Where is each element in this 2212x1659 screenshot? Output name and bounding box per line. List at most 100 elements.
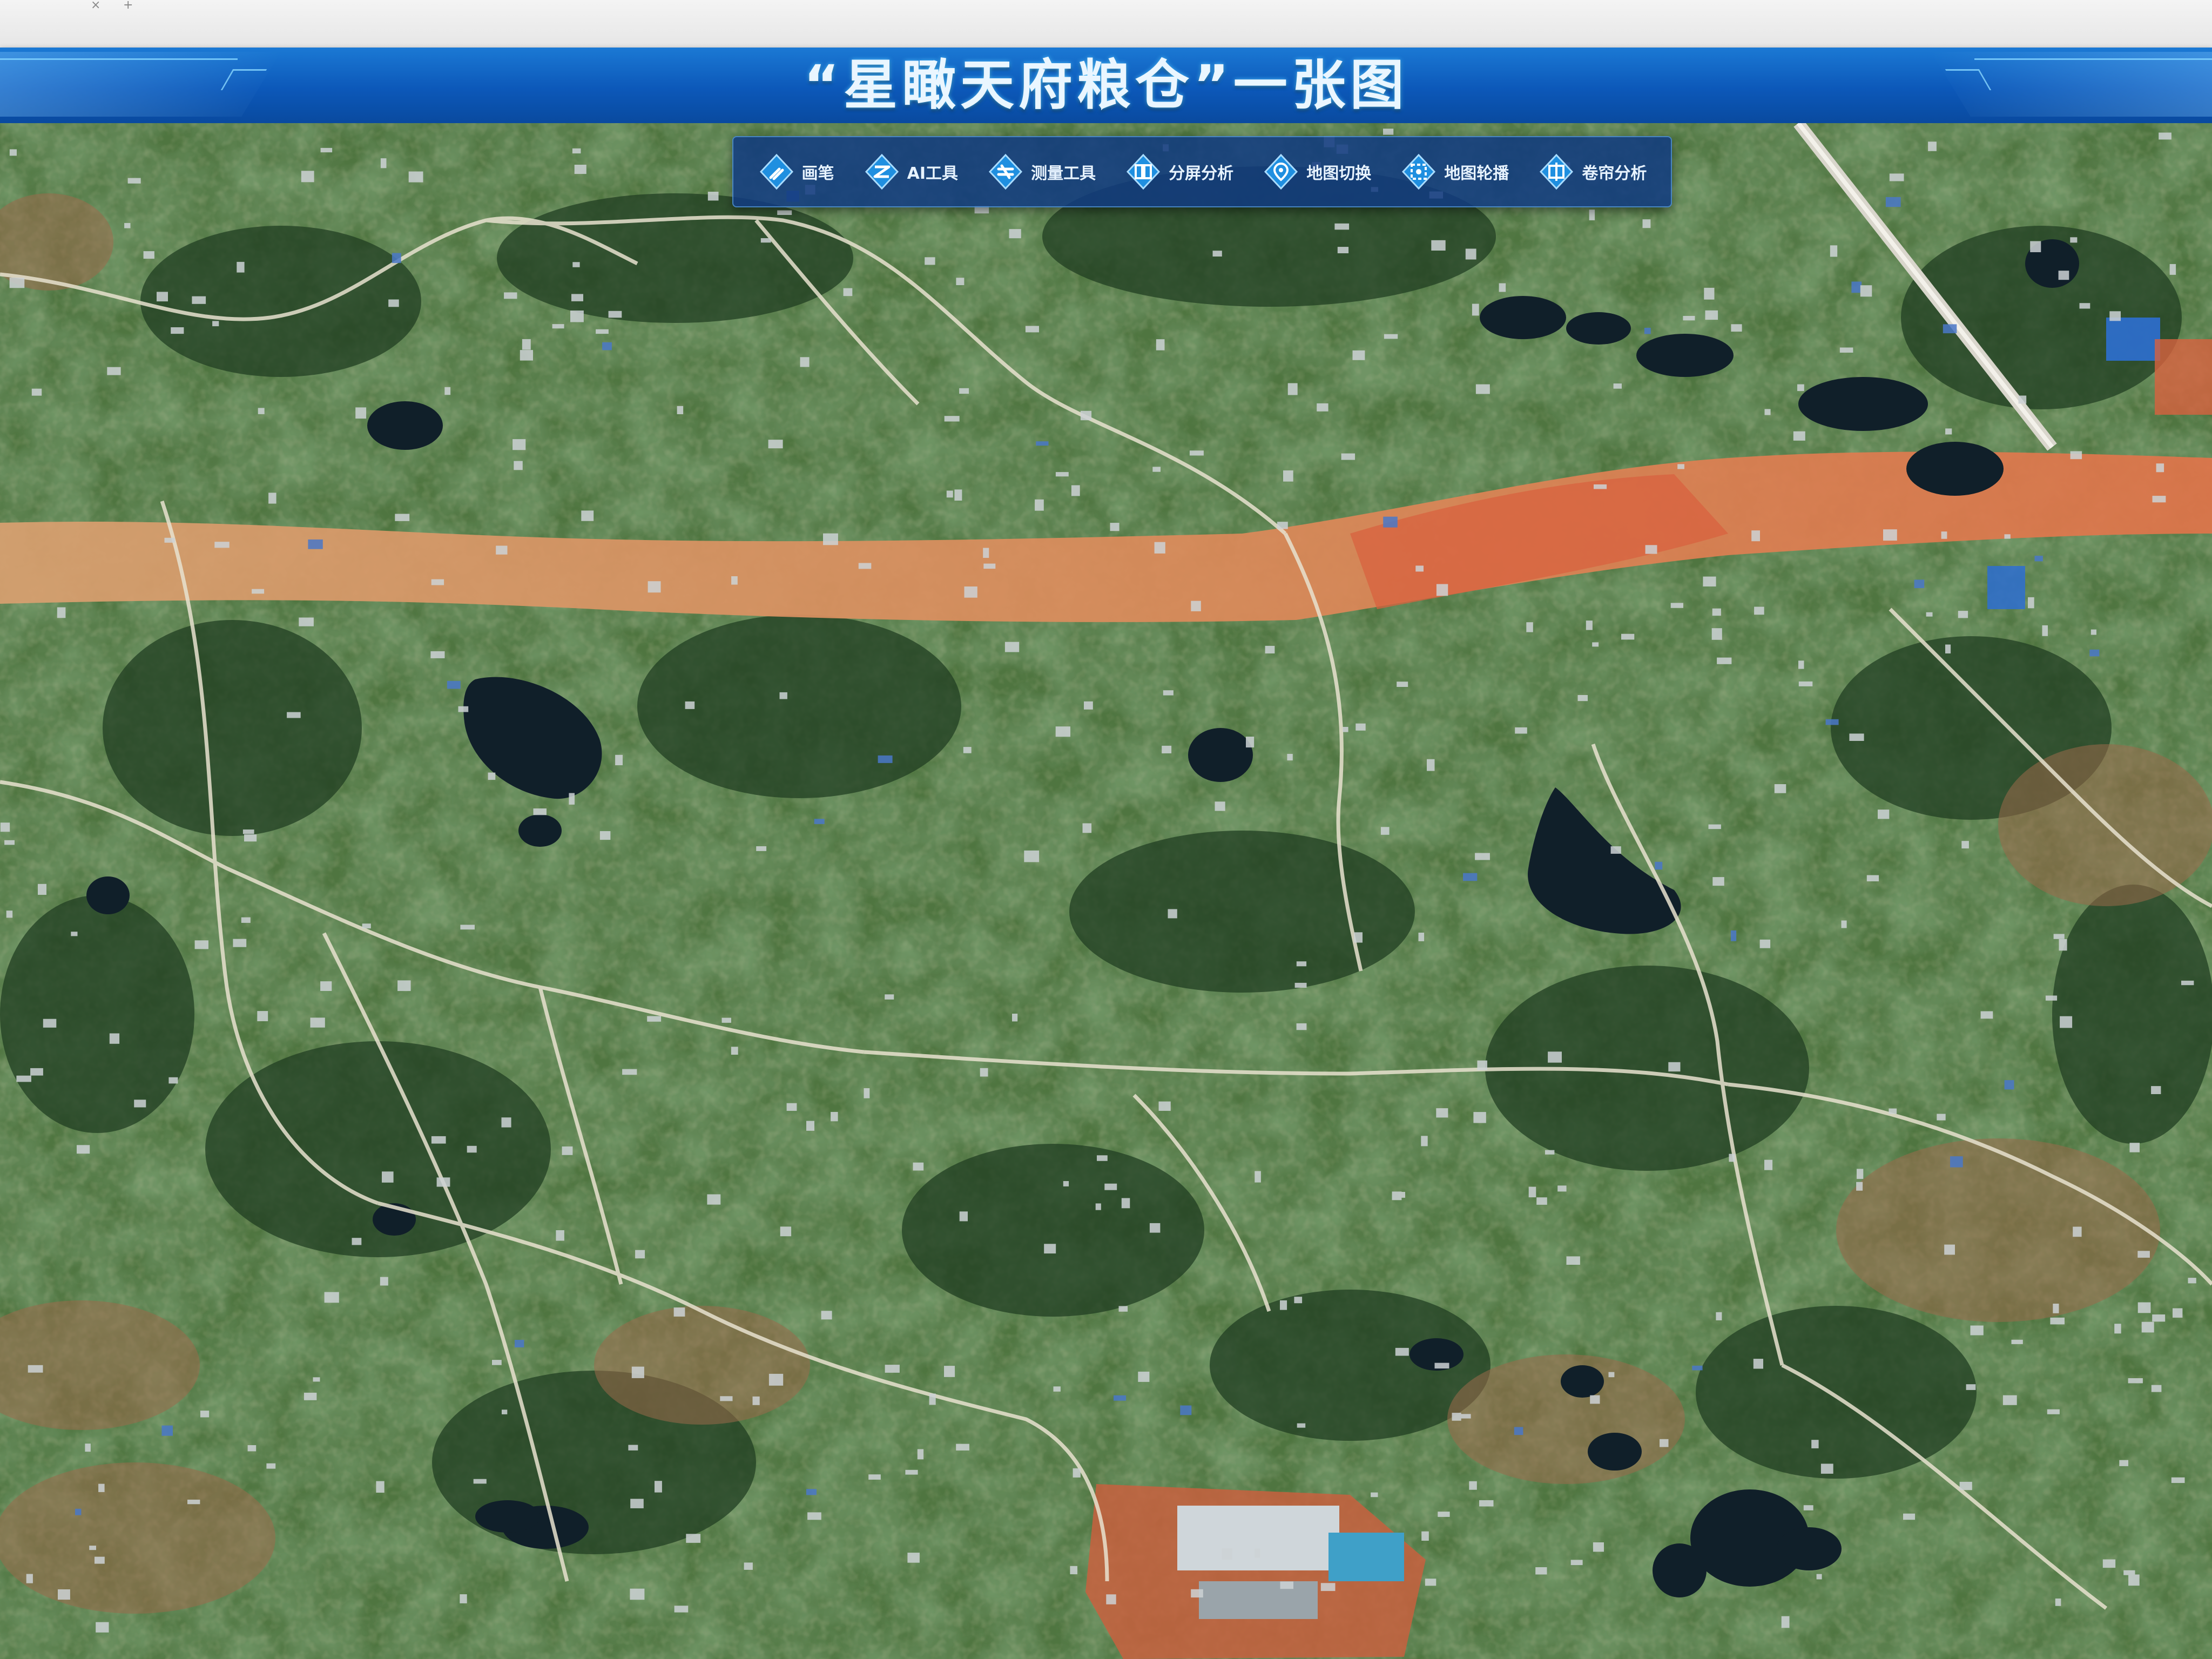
building-marker (1958, 611, 1968, 618)
building-marker (1959, 1481, 1972, 1491)
building-marker (1073, 1468, 1081, 1478)
building-marker (572, 262, 580, 267)
building-marker (304, 1392, 317, 1400)
building-marker (1118, 1306, 1128, 1312)
building-marker (1937, 1114, 1946, 1121)
building-marker (1427, 759, 1435, 771)
building-marker (444, 387, 451, 395)
building-marker (1265, 645, 1275, 653)
building-marker (1712, 608, 1721, 616)
building-marker (1590, 1395, 1600, 1404)
tool-measure[interactable]: 测量工具 (987, 153, 1096, 191)
building-marker (944, 1366, 955, 1377)
building-marker (492, 1360, 502, 1365)
building-marker (779, 692, 787, 699)
building-marker (1063, 1181, 1069, 1186)
header-banner: “星瞰天府粮仓”一张图 (0, 48, 2212, 123)
building-marker (473, 1479, 487, 1484)
tool-ai[interactable]: AI工具 (863, 153, 958, 191)
building-marker (320, 147, 333, 153)
building-marker (814, 819, 825, 824)
tool-brush[interactable]: 画笔 (758, 153, 834, 191)
building-marker (946, 490, 953, 498)
building-marker (2089, 649, 2100, 657)
building-marker (107, 367, 121, 375)
tool-swipe-analysis[interactable]: 卷帘分析 (1537, 153, 1647, 191)
building-marker (821, 1311, 832, 1320)
building-marker (28, 1365, 43, 1373)
tab-close-icon[interactable]: × (91, 0, 100, 11)
building-marker (1044, 1244, 1056, 1254)
building-marker (1851, 281, 1862, 293)
building-marker (1397, 682, 1408, 687)
brush-icon (758, 153, 795, 191)
building-marker (1469, 1481, 1477, 1490)
building-marker (1287, 383, 1298, 395)
tool-map-switch[interactable]: 地图切换 (1262, 153, 1371, 191)
building-marker (2059, 939, 2067, 951)
building-marker (1950, 1156, 1963, 1168)
building-marker (380, 158, 387, 168)
building-marker (1668, 1062, 1681, 1072)
building-marker (571, 294, 583, 301)
building-marker (242, 830, 254, 834)
building-marker (2055, 1599, 2061, 1606)
building-marker (161, 1425, 173, 1436)
building-marker (1781, 1616, 1790, 1628)
building-marker (963, 747, 972, 753)
building-marker (1644, 328, 1651, 334)
building-marker (192, 296, 206, 304)
split-screen-icon (1124, 153, 1162, 191)
building-marker (287, 712, 301, 718)
building-marker (77, 1145, 90, 1154)
building-marker (1163, 690, 1174, 696)
map-toolbar: 画笔 AI工具 测量工具 分屏分析 地图切换 地图轮播 卷帘分析 (732, 136, 1672, 207)
building-marker (1343, 727, 1348, 732)
building-marker (628, 1445, 638, 1451)
building-marker (1035, 499, 1044, 511)
building-marker (562, 1146, 573, 1155)
building-marker (768, 440, 783, 449)
building-marker (2053, 934, 2065, 939)
building-marker (2128, 1574, 2140, 1586)
building-marker (1970, 1325, 1984, 1336)
building-marker (913, 1162, 924, 1171)
building-marker (2045, 995, 2058, 1001)
building-marker (1857, 1169, 1864, 1179)
tool-map-carousel[interactable]: 地图轮播 (1400, 153, 1509, 191)
building-marker (1945, 644, 1951, 653)
satellite-imagery[interactable] (0, 123, 2212, 1659)
building-marker (1928, 141, 1937, 151)
building-marker (1557, 1185, 1567, 1192)
building-marker (1189, 450, 1204, 456)
building-marker (501, 1117, 511, 1128)
map-carousel-icon (1400, 153, 1438, 191)
building-marker (75, 1508, 82, 1515)
satellite-map[interactable] (0, 123, 2212, 1659)
building-marker (43, 1019, 57, 1028)
building-marker (408, 171, 423, 183)
building-marker (780, 1226, 792, 1237)
tool-split-screen[interactable]: 分屏分析 (1124, 153, 1233, 191)
building-marker (1294, 982, 1307, 988)
building-marker (1642, 219, 1651, 228)
building-marker (599, 831, 611, 840)
building-marker (9, 278, 25, 288)
building-marker (1320, 1583, 1336, 1591)
building-marker (1452, 1413, 1461, 1421)
building-marker (786, 1103, 797, 1111)
building-marker (2152, 496, 2166, 503)
building-marker (1811, 1440, 1819, 1448)
building-marker (194, 940, 208, 949)
building-marker (648, 581, 661, 593)
building-marker (1246, 737, 1255, 748)
building-marker (1421, 1136, 1428, 1147)
building-marker (1473, 1112, 1486, 1123)
building-marker (1593, 1542, 1604, 1552)
new-tab-icon[interactable]: + (123, 0, 133, 11)
building-marker (1095, 1203, 1101, 1210)
building-marker (1536, 1197, 1547, 1205)
building-marker (1106, 1594, 1116, 1604)
building-marker (1903, 1513, 1916, 1520)
building-marker (362, 923, 371, 929)
